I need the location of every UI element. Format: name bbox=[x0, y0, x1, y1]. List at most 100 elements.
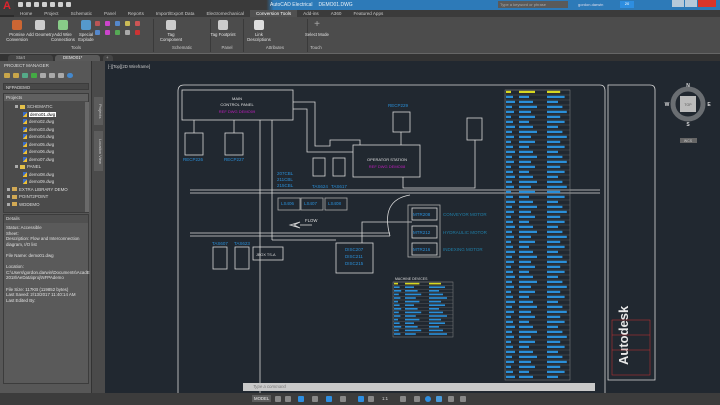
table-cell bbox=[506, 125, 515, 129]
hardware-acceleration-icon[interactable] bbox=[436, 396, 442, 402]
table-cell bbox=[519, 200, 533, 204]
compass-north[interactable]: N bbox=[686, 83, 690, 89]
motor-desc: INDEXING MOTOR bbox=[443, 247, 483, 252]
table-cell bbox=[519, 340, 535, 344]
annotation-scale[interactable]: 1:1 bbox=[382, 396, 388, 401]
table-cell bbox=[506, 110, 514, 114]
table-cell bbox=[506, 185, 514, 189]
table-cell bbox=[394, 297, 401, 299]
table-cell bbox=[506, 90, 511, 94]
ls-label: LS408 bbox=[328, 201, 342, 206]
table-cell bbox=[429, 297, 447, 299]
table-cell bbox=[547, 175, 558, 179]
table-cell bbox=[519, 370, 529, 374]
annotation-icon[interactable] bbox=[358, 396, 364, 402]
table-cell bbox=[519, 310, 531, 314]
table-cell bbox=[519, 355, 537, 359]
table-cell bbox=[519, 315, 535, 319]
table-cell bbox=[429, 300, 441, 303]
tas-label: TAS624 bbox=[312, 184, 328, 189]
motor-tag: MTR208 bbox=[413, 212, 431, 217]
table-cell bbox=[547, 140, 561, 144]
table-cell bbox=[405, 293, 422, 296]
selection-cycling-icon[interactable] bbox=[340, 396, 346, 402]
snap-icon[interactable] bbox=[285, 396, 291, 402]
fullscreen-icon[interactable] bbox=[448, 396, 454, 402]
table-cell bbox=[547, 195, 565, 199]
table-cell bbox=[506, 135, 514, 139]
model-space-button[interactable]: MODEL bbox=[252, 395, 272, 402]
ls-label: LS407 bbox=[304, 201, 318, 206]
annotation-visibility-icon[interactable] bbox=[368, 396, 374, 402]
table-cell bbox=[506, 240, 511, 244]
table-cell bbox=[506, 295, 513, 299]
table-cell bbox=[547, 230, 563, 234]
motor-desc: CONVEYOR MOTOR bbox=[443, 212, 487, 217]
compass-east[interactable]: E bbox=[707, 102, 711, 108]
table-cell bbox=[429, 290, 439, 292]
table-cell bbox=[547, 160, 567, 164]
customize-icon[interactable] bbox=[460, 396, 466, 402]
table-cell bbox=[547, 335, 567, 339]
isolate-icon[interactable] bbox=[425, 396, 431, 402]
table-cell bbox=[506, 340, 511, 344]
table-cell bbox=[506, 265, 511, 269]
osnap-icon[interactable] bbox=[312, 396, 318, 402]
table-cell bbox=[506, 155, 512, 159]
disc-label: DISC207 bbox=[345, 247, 364, 252]
ref-dwg-label: REF DWG DEMO08 bbox=[369, 164, 406, 169]
workspace-icon[interactable] bbox=[400, 396, 406, 402]
polar-icon[interactable] bbox=[298, 396, 304, 402]
compass-south[interactable]: S bbox=[686, 122, 690, 128]
table-cell bbox=[394, 333, 401, 335]
table-cell bbox=[506, 235, 514, 239]
table-cell bbox=[394, 304, 400, 307]
table-cell bbox=[506, 205, 512, 209]
table-cell bbox=[519, 220, 529, 224]
table-cell bbox=[506, 210, 514, 214]
wcs-menu[interactable]: WCS bbox=[684, 139, 693, 143]
table-cell bbox=[506, 315, 511, 319]
table-cell bbox=[547, 210, 567, 214]
table-cell bbox=[405, 297, 416, 299]
table-cell bbox=[519, 225, 533, 229]
table-cell bbox=[547, 255, 563, 259]
table-cell bbox=[506, 175, 515, 179]
compass-west[interactable]: W bbox=[665, 102, 670, 108]
table-cell bbox=[506, 370, 513, 374]
table-cell bbox=[519, 180, 537, 184]
table-cell bbox=[519, 120, 529, 124]
recp-label: RECP229 bbox=[388, 103, 409, 108]
table-cell bbox=[429, 308, 439, 310]
table-cell bbox=[519, 155, 537, 159]
command-input[interactable]: Type a command bbox=[243, 383, 595, 391]
table-cell bbox=[519, 130, 537, 134]
viewcube-top[interactable]: TOP bbox=[684, 103, 692, 107]
viewcube[interactable]: TOP N S E W WCS bbox=[665, 83, 712, 143]
machine-devices-table bbox=[392, 281, 454, 338]
main-panel-label: CONTROL PANEL bbox=[220, 102, 254, 107]
table-cell bbox=[519, 335, 531, 339]
table-cell bbox=[429, 282, 441, 285]
table-cell bbox=[506, 280, 512, 284]
table-cell bbox=[405, 286, 414, 289]
table-cell bbox=[405, 315, 416, 317]
table-cell bbox=[506, 325, 515, 329]
table-cell bbox=[519, 345, 529, 349]
grid-icon[interactable] bbox=[275, 396, 281, 402]
table-cell bbox=[394, 290, 402, 292]
schematic-drawing: MAIN CONTROL PANEL REF DWG DEMO09 OPERAT… bbox=[177, 83, 712, 395]
plus-icon[interactable] bbox=[414, 396, 420, 402]
table-cell bbox=[519, 205, 537, 209]
lineweight-icon[interactable] bbox=[326, 396, 332, 402]
table-cell bbox=[547, 300, 558, 304]
table-cell bbox=[429, 293, 443, 296]
cable-label: 207CBL bbox=[277, 171, 294, 176]
table-cell bbox=[429, 286, 445, 289]
table-cell bbox=[394, 326, 402, 328]
table-cell bbox=[547, 365, 561, 369]
table-cell bbox=[506, 270, 513, 274]
table-cell bbox=[506, 160, 514, 164]
table-cell bbox=[519, 290, 535, 294]
table-cell bbox=[506, 180, 512, 184]
